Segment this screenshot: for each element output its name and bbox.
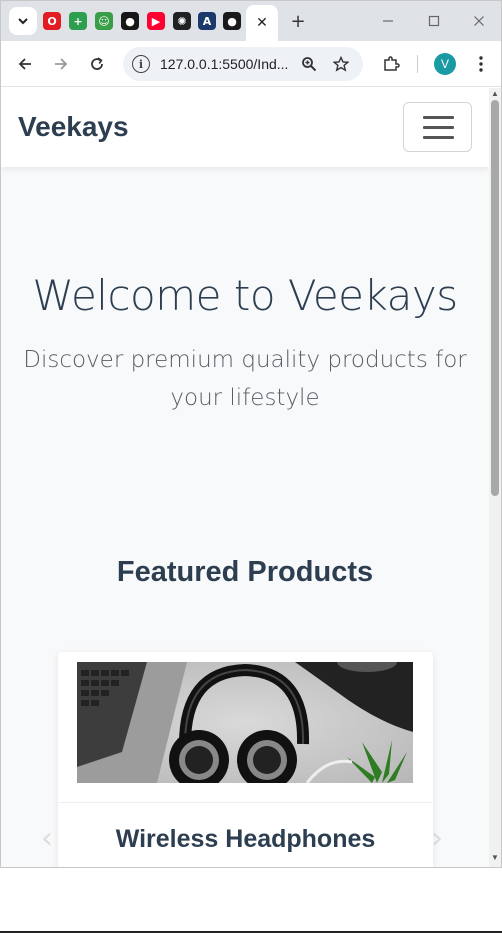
address-bar[interactable]: i 127.0.0.1:5500/Ind... bbox=[123, 47, 363, 81]
page-scrollbar[interactable]: ▲ ▼ bbox=[489, 88, 501, 867]
hero-subtitle: Discover premium quality products for yo… bbox=[23, 347, 467, 411]
card-divider bbox=[58, 802, 433, 803]
close-tab-icon[interactable]: ✕ bbox=[256, 15, 268, 31]
site-brand[interactable]: Veekays bbox=[18, 111, 129, 143]
active-tab[interactable]: ✕ bbox=[246, 5, 278, 41]
zoom-button[interactable] bbox=[297, 52, 321, 76]
minimize-button[interactable] bbox=[373, 9, 403, 33]
minimize-icon bbox=[383, 20, 393, 22]
carousel-prev-button[interactable]: ‹ bbox=[41, 821, 53, 856]
github-icon[interactable]: ● bbox=[121, 12, 139, 30]
arrow-left-icon bbox=[18, 58, 31, 70]
product-image[interactable] bbox=[77, 662, 413, 783]
openai-icon[interactable]: ✺ bbox=[173, 12, 191, 30]
scroll-down-arrow-icon[interactable]: ▼ bbox=[491, 854, 499, 862]
url-text[interactable]: 127.0.0.1:5500/Ind... bbox=[160, 56, 288, 72]
menu-button[interactable] bbox=[469, 52, 493, 76]
product-name[interactable]: Wireless Headphones bbox=[58, 825, 433, 854]
site-navbar: Veekays bbox=[1, 88, 489, 167]
maximize-button[interactable] bbox=[419, 9, 449, 33]
close-window-button[interactable] bbox=[464, 9, 494, 33]
profile-avatar[interactable]: V bbox=[434, 53, 456, 75]
scroll-up-arrow-icon[interactable]: ▲ bbox=[491, 90, 499, 98]
dark-circle-app-icon[interactable]: ● bbox=[223, 12, 241, 30]
toolbar-divider bbox=[417, 55, 418, 73]
page-viewport: Veekays Welcome to Veekays Discover prem… bbox=[1, 88, 489, 867]
bookmark-button[interactable] bbox=[329, 52, 353, 76]
green-plus-app-icon[interactable]: + bbox=[69, 12, 87, 30]
profile-initial: V bbox=[440, 57, 449, 71]
hero-title: Welcome to Veekays bbox=[32, 271, 458, 320]
back-button[interactable] bbox=[13, 52, 37, 76]
opera-red-icon[interactable]: O bbox=[43, 12, 61, 30]
browser-toolbar: i 127.0.0.1:5500/Ind... V bbox=[1, 41, 501, 87]
zoom-icon bbox=[302, 57, 317, 72]
tab-search-button[interactable] bbox=[9, 7, 37, 35]
site-info-icon[interactable]: i bbox=[132, 55, 150, 73]
reload-button[interactable] bbox=[85, 52, 109, 76]
maximize-icon bbox=[428, 15, 440, 27]
arrow-right-icon bbox=[55, 58, 68, 70]
close-icon bbox=[474, 16, 484, 26]
hamburger-line bbox=[423, 136, 454, 139]
scrollbar-thumb[interactable] bbox=[491, 100, 499, 496]
hamburger-line bbox=[423, 126, 454, 129]
forward-button[interactable] bbox=[49, 52, 73, 76]
star-icon bbox=[333, 56, 349, 72]
browser-window: O + ☺ ● ▶ ✺ A ● ✕ + i 127.0.0.1:5500/Ind... bbox=[0, 0, 502, 868]
tab-strip: O + ☺ ● ▶ ✺ A ● ✕ + bbox=[1, 1, 501, 41]
navbar-toggle-button[interactable] bbox=[403, 102, 472, 152]
puzzle-icon bbox=[384, 56, 400, 71]
hamburger-icon bbox=[423, 116, 454, 119]
reload-icon bbox=[91, 57, 103, 70]
chevron-down-icon bbox=[18, 18, 28, 25]
youtube-icon[interactable]: ▶ bbox=[147, 12, 165, 30]
extensions-button[interactable] bbox=[379, 52, 403, 76]
kebab-menu-icon bbox=[479, 56, 483, 72]
featured-products-heading: Featured Products bbox=[116, 556, 374, 588]
product-card[interactable]: Wireless Headphones bbox=[58, 652, 433, 867]
app-store-icon[interactable]: A bbox=[198, 12, 216, 30]
new-tab-button[interactable]: + bbox=[288, 11, 308, 32]
green-mascot-app-icon[interactable]: ☺ bbox=[95, 12, 113, 30]
headphones-photo bbox=[77, 662, 413, 783]
